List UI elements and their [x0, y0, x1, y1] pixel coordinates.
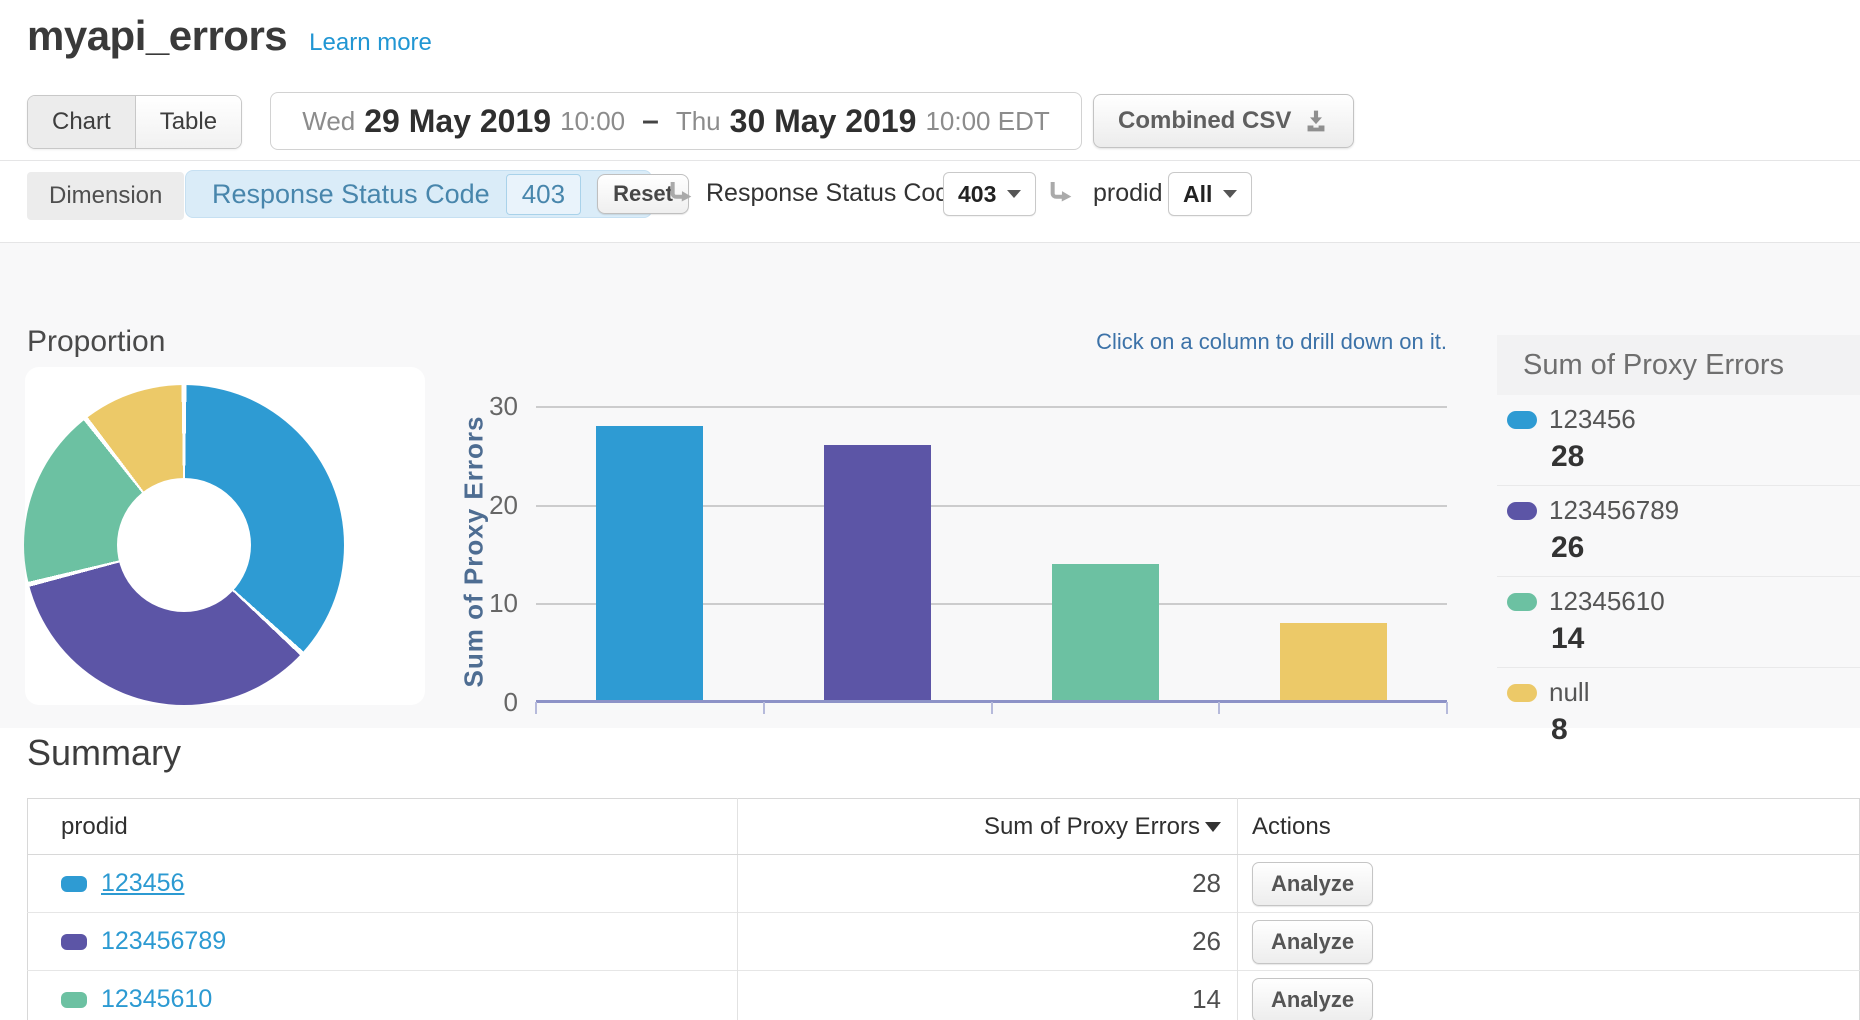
active-filter-value: 403: [506, 174, 581, 215]
drilldown-2-select[interactable]: All: [1168, 172, 1252, 216]
end-day: Thu: [676, 106, 721, 137]
y-tick-30: 30: [446, 391, 518, 421]
sum-value: 26: [738, 913, 1238, 971]
page-header: myapi_errors Learn more: [27, 12, 432, 60]
dimension-label: Dimension: [27, 172, 184, 220]
legend-entry-123456: 123456 28: [1497, 395, 1860, 486]
tab-chart[interactable]: Chart: [28, 96, 136, 148]
series-swatch: [61, 934, 87, 950]
y-tick-10: 10: [446, 588, 518, 618]
donut-hole: [117, 478, 251, 612]
chevron-down-icon: [1007, 190, 1021, 198]
report-page: myapi_errors Learn more Chart Table Wed …: [0, 0, 1860, 1020]
date-range-picker[interactable]: Wed 29 May 2019 10:00 – Thu 30 May 2019 …: [270, 92, 1082, 150]
divider: [0, 160, 1860, 161]
legend-label: null: [1549, 677, 1589, 708]
drilldown-1-value: 403: [958, 181, 996, 208]
legend-entry-null: null 8: [1497, 668, 1860, 758]
gridline-30: [536, 406, 1447, 408]
legend-swatch: [1507, 411, 1537, 429]
combined-csv-button[interactable]: Combined CSV: [1093, 94, 1354, 148]
legend-title: Sum of Proxy Errors: [1497, 335, 1860, 395]
series-swatch: [61, 876, 87, 892]
drilldown-hint: Click on a column to drill down on it.: [1096, 329, 1447, 355]
prodid-link[interactable]: 12345610: [101, 985, 212, 1013]
legend-swatch: [1507, 684, 1537, 702]
end-date: 30 May 2019: [730, 103, 917, 140]
proportion-donut-chart[interactable]: [24, 385, 344, 705]
drilldown-2-label: prodid: [1093, 179, 1163, 208]
sort-desc-icon[interactable]: [1205, 822, 1221, 832]
legend-label: 123456: [1549, 404, 1636, 435]
x-axis-tick: [1218, 702, 1220, 714]
y-tick-0: 0: [446, 687, 518, 717]
prodid-link[interactable]: 123456789: [101, 927, 226, 955]
legend-panel: Sum of Proxy Errors 12345628123456789261…: [1497, 335, 1860, 758]
start-day: Wed: [302, 106, 355, 137]
csv-button-label: Combined CSV: [1118, 107, 1291, 135]
legend-label: 12345610: [1549, 586, 1665, 617]
x-axis-tick: [763, 702, 765, 714]
x-axis-tick: [535, 702, 537, 714]
analyze-button[interactable]: Analyze: [1252, 978, 1373, 1020]
column-header-actions: Actions: [1238, 799, 1860, 855]
end-time: 10:00 EDT: [925, 106, 1049, 137]
legend-value: 28: [1551, 440, 1860, 474]
active-filter-name: Response Status Code: [212, 179, 490, 210]
charts-section: Proportion Sum of Proxy Errors 30 20 10 0 C…: [0, 243, 1860, 728]
learn-more-link[interactable]: Learn more: [309, 29, 432, 57]
x-axis-tick: [991, 702, 993, 714]
analyze-button[interactable]: Analyze: [1252, 862, 1373, 906]
sum-value: 14: [738, 971, 1238, 1020]
bar-123456789[interactable]: [824, 445, 931, 702]
active-filter-pill: Response Status Code 403 Reset: [185, 170, 652, 218]
date-separator: –: [642, 104, 659, 138]
y-axis-title: Sum of Proxy Errors: [459, 382, 490, 722]
analyze-button[interactable]: Analyze: [1252, 920, 1373, 964]
table-header-row: prodid Sum of Proxy Errors Actions: [28, 799, 1860, 855]
table-row-123456789: 123456789 26 Analyze: [28, 913, 1860, 971]
sum-value: 28: [738, 855, 1238, 913]
prodid-link[interactable]: 123456: [101, 869, 184, 897]
proportion-card: [25, 367, 425, 705]
column-header-sum[interactable]: Sum of Proxy Errors: [738, 799, 1238, 855]
legend-entry-123456789: 123456789 26: [1497, 486, 1860, 577]
level-down-arrow-icon: [666, 178, 698, 210]
start-time: 10:00: [560, 106, 625, 137]
drilldown-1-label: Response Status Code: [706, 179, 963, 208]
chevron-down-icon: [1223, 190, 1237, 198]
drilldown-2-value: All: [1183, 181, 1212, 208]
legend-value: 8: [1551, 713, 1860, 747]
x-axis-tick: [1446, 702, 1448, 714]
bar-null[interactable]: [1280, 623, 1387, 702]
column-header-prodid: prodid: [28, 799, 738, 855]
legend-value: 14: [1551, 622, 1860, 656]
download-icon: [1303, 108, 1329, 134]
bar-12345610[interactable]: [1052, 564, 1159, 702]
drilldown-1-select[interactable]: 403: [943, 172, 1036, 216]
filter-bar: Dimension Response Status Code 403 Reset…: [0, 170, 1860, 222]
bar-123456[interactable]: [596, 426, 703, 702]
legend-value: 26: [1551, 531, 1860, 565]
table-row-12345610: 12345610 14 Analyze: [28, 971, 1860, 1020]
page-title: myapi_errors: [27, 12, 287, 60]
legend-swatch: [1507, 593, 1537, 611]
tab-table[interactable]: Table: [136, 96, 241, 148]
legend-label: 123456789: [1549, 495, 1679, 526]
start-date: 29 May 2019: [364, 103, 551, 140]
legend-swatch: [1507, 502, 1537, 520]
series-swatch: [61, 992, 87, 1008]
view-toggle: Chart Table: [27, 95, 242, 149]
legend-entry-12345610: 12345610 14: [1497, 577, 1860, 668]
proportion-title: Proportion: [27, 325, 165, 359]
level-down-arrow-icon: [1046, 178, 1078, 210]
summary-title: Summary: [27, 732, 181, 774]
table-row-123456: 123456 28 Analyze: [28, 855, 1860, 913]
y-tick-20: 20: [446, 490, 518, 520]
summary-table: prodid Sum of Proxy Errors Actions 12345…: [27, 798, 1860, 1020]
